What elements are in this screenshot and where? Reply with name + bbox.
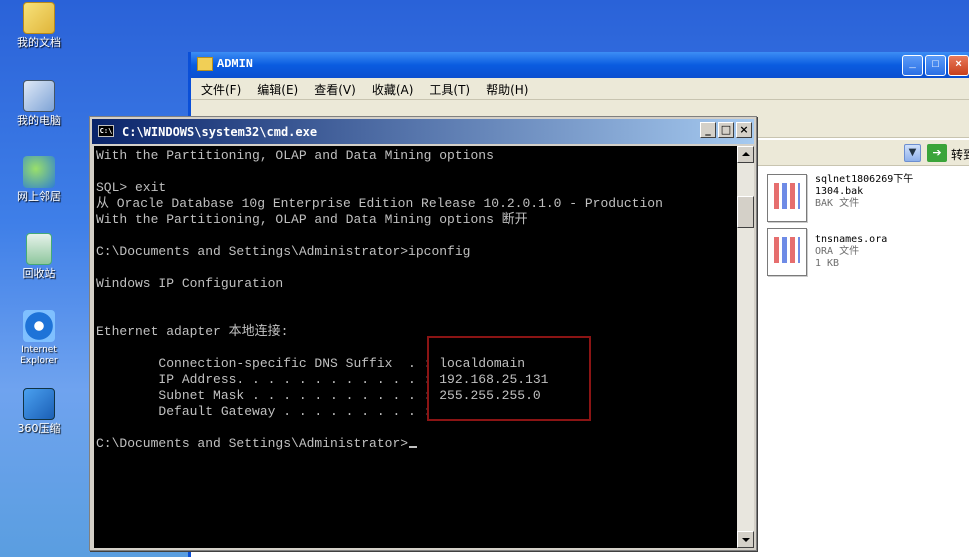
cmd-window[interactable]: C:\ C:\WINDOWS\system32\cmd.exe _ □ × Wi…: [89, 116, 757, 551]
minimize-button[interactable]: _: [700, 122, 716, 138]
menu-file[interactable]: 文件(F): [201, 81, 241, 99]
my-computer-icon: [23, 80, 55, 112]
menu-help[interactable]: 帮助(H): [486, 81, 528, 99]
file-name-line2: 1304.bak: [815, 186, 864, 197]
console-line: SQL> exit: [96, 180, 167, 195]
console-prompt-line: C:\Documents and Settings\Administrator>: [96, 436, 418, 452]
console-line: With the Partitioning, OLAP and Data Min…: [96, 148, 494, 163]
menu-edit[interactable]: 编辑(E): [257, 81, 298, 99]
desktop-icon-360zip[interactable]: 360压缩: [4, 388, 74, 435]
maximize-button[interactable]: □: [925, 55, 946, 76]
desktop-icon-network-places[interactable]: 网上邻居: [4, 156, 74, 203]
maximize-button[interactable]: □: [718, 122, 734, 138]
file-item-tnsnames-ora[interactable]: tnsnames.ora ORA 文件 1 KB: [767, 228, 967, 280]
desktop-icon-label: 网上邻居: [17, 190, 61, 203]
console-line: Windows IP Configuration: [96, 276, 284, 291]
360zip-icon: [23, 388, 55, 420]
explorer-title-bar[interactable]: ADMIN _ □ ×: [191, 52, 969, 78]
go-arrow-icon[interactable]: ➔: [927, 144, 947, 162]
desktop-icon-label: 360压缩: [17, 422, 61, 435]
menu-favorites[interactable]: 收藏(A): [372, 81, 414, 99]
desktop-icon-label: 我的文档: [17, 36, 61, 49]
my-documents-icon: [23, 2, 55, 34]
address-dropdown-button[interactable]: ▼: [904, 144, 921, 162]
recycle-bin-icon: [26, 233, 52, 265]
file-size: 1 KB: [815, 258, 840, 269]
cmd-window-controls: _ □ ×: [700, 122, 752, 138]
console-line: 从 Oracle Database 10g Enterprise Edition…: [96, 196, 663, 211]
cmd-icon: C:\: [98, 125, 114, 137]
text-cursor: [409, 446, 418, 448]
desktop-icon-my-documents[interactable]: 我的文档: [4, 2, 74, 49]
console-output[interactable]: With the Partitioning, OLAP and Data Min…: [94, 146, 737, 548]
file-name-line1: sqlnet1806269下午: [815, 174, 914, 185]
file-type: ORA 文件: [815, 246, 860, 257]
close-button[interactable]: ×: [948, 55, 969, 76]
scroll-thumb[interactable]: [737, 196, 754, 228]
file-item-sqlnet-bak[interactable]: sqlnet1806269下午 1304.bak BAK 文件: [767, 174, 967, 226]
menu-tools[interactable]: 工具(T): [429, 81, 470, 99]
cmd-title: C:\WINDOWS\system32\cmd.exe: [122, 125, 318, 139]
bak-file-icon: [767, 174, 807, 222]
console-prompt: C:\Documents and Settings\Administrator>: [96, 436, 409, 451]
explorer-menu-bar: 文件(F) 编辑(E) 查看(V) 收藏(A) 工具(T) 帮助(H): [191, 78, 969, 100]
desktop-icon-internet-explorer[interactable]: Internet Explorer: [4, 310, 74, 367]
network-places-icon: [23, 156, 55, 188]
console-line: Ethernet adapter 本地连接:: [96, 324, 289, 339]
scroll-up-button[interactable]: [737, 146, 754, 163]
go-button-label[interactable]: 转到: [951, 146, 969, 163]
desktop-icon-recycle-bin[interactable]: 回收站: [4, 233, 74, 280]
desktop-icon-label: 我的电脑: [17, 114, 61, 127]
ora-file-icon: [767, 228, 807, 276]
file-name-line1: tnsnames.ora: [815, 234, 888, 245]
ip-info-highlight-box: [427, 336, 591, 421]
desktop-icon-label: Internet Explorer: [20, 345, 58, 366]
explorer-window-controls: _ □ ×: [902, 55, 969, 76]
desktop-icon-my-computer[interactable]: 我的电脑: [4, 80, 74, 127]
file-type: BAK 文件: [815, 198, 860, 209]
menu-view[interactable]: 查看(V): [314, 81, 356, 99]
desktop-icons: 我的文档 我的电脑 网上邻居 回收站 Internet Explorer 360…: [0, 0, 78, 557]
explorer-title: ADMIN: [217, 57, 254, 71]
scroll-down-button[interactable]: [737, 531, 754, 548]
desktop-icon-label: 回收站: [22, 267, 56, 280]
cmd-title-bar[interactable]: C:\ C:\WINDOWS\system32\cmd.exe _ □ ×: [92, 119, 754, 144]
internet-explorer-icon: [23, 310, 55, 342]
console-scrollbar[interactable]: [737, 146, 754, 548]
console-line: C:\Documents and Settings\Administrator>…: [96, 244, 471, 259]
folder-icon: [197, 57, 213, 71]
console-line: With the Partitioning, OLAP and Data Min…: [96, 212, 528, 227]
close-button[interactable]: ×: [736, 122, 752, 138]
minimize-button[interactable]: _: [902, 55, 923, 76]
console-line: Default Gateway . . . . . . . . . :: [96, 404, 432, 419]
